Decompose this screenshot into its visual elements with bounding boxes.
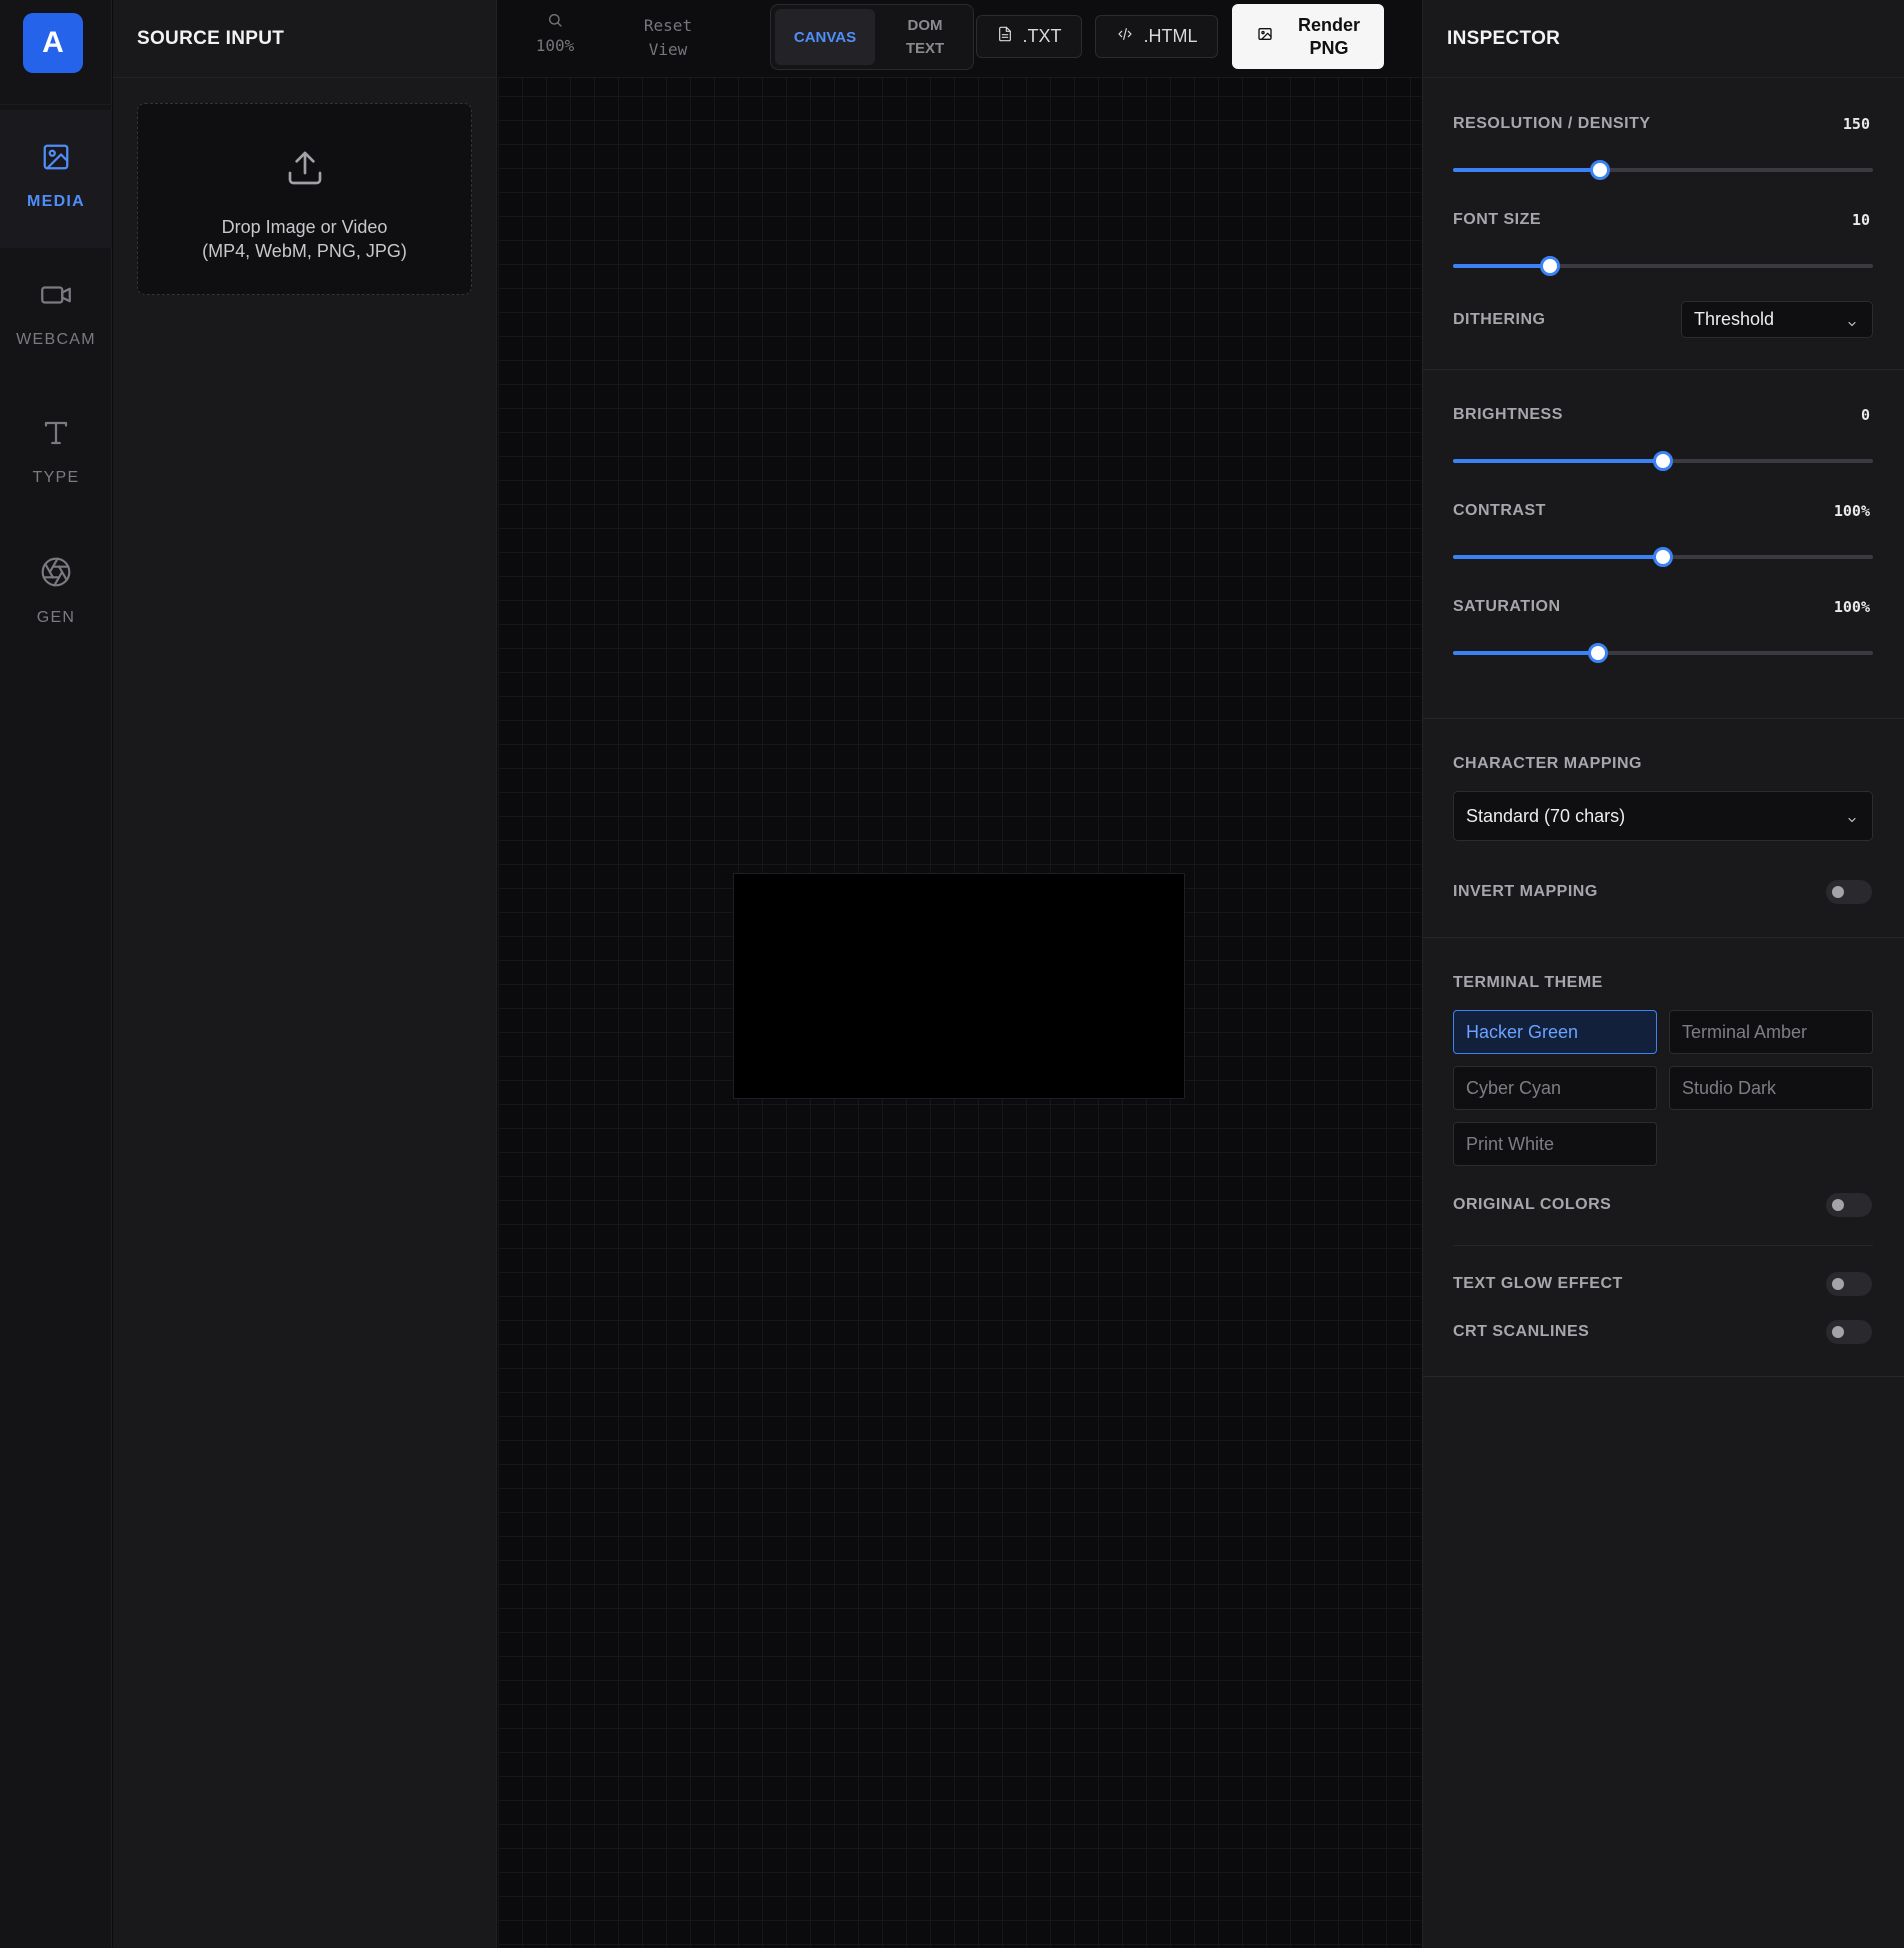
theme-print-white[interactable]: Print White — [1453, 1122, 1657, 1166]
original-colors-toggle[interactable] — [1826, 1193, 1872, 1217]
character-mapping-select[interactable]: Standard (70 chars) — [1453, 791, 1873, 841]
slider-thumb[interactable] — [1590, 160, 1610, 180]
code-icon — [1116, 26, 1134, 47]
character-mapping-value: Standard (70 chars) — [1466, 805, 1626, 826]
section-divider — [1423, 1376, 1904, 1377]
theme-studio-dark[interactable]: Studio Dark — [1669, 1066, 1873, 1110]
slider-thumb[interactable] — [1587, 643, 1608, 663]
source-panel: SOURCE INPUT Drop Image or Video (MP4, W… — [113, 0, 497, 1948]
reset-view-label-2: View — [648, 40, 688, 59]
rail-label: MEDIA — [26, 193, 86, 210]
chevron-down-icon — [1846, 314, 1858, 335]
rail-divider — [0, 104, 112, 105]
resolution-label: RESOLUTION / DENSITY — [1453, 115, 1651, 132]
original-colors-label: ORIGINAL COLORS — [1453, 1196, 1612, 1213]
inspector-title: INSPECTOR — [1423, 0, 1904, 78]
font-size-value: 10 — [1851, 211, 1870, 229]
character-mapping-label: CHARACTER MAPPING — [1453, 755, 1642, 772]
rail-item-type[interactable]: TYPE — [0, 386, 112, 524]
image-icon — [1232, 26, 1273, 47]
saturation-label: SATURATION — [1453, 598, 1561, 615]
export-html-label: .HTML — [1143, 26, 1198, 46]
brightness-value: 0 — [1860, 406, 1870, 424]
view-mode-toggle: CANVAS DOM TEXT — [770, 4, 974, 70]
render-png-label: Render PNG — [1281, 14, 1377, 60]
render-png-button[interactable]: Render PNG — [1232, 4, 1384, 69]
zoom-control[interactable]: 100% — [520, 12, 590, 55]
invert-mapping-label: INVERT MAPPING — [1453, 883, 1598, 900]
render-png-label-2: PNG — [1309, 37, 1349, 58]
source-panel-title: SOURCE INPUT — [113, 0, 496, 78]
view-mode-canvas-label: CANVAS — [793, 28, 857, 46]
crt-scanlines-label: CRT SCANLINES — [1453, 1323, 1590, 1340]
search-icon — [547, 13, 563, 32]
aperture-icon — [40, 524, 72, 593]
canvas-stage[interactable]: 100% Reset View CANVAS DOM TEXT .TXT .HT… — [498, 0, 1421, 1948]
text-glow-toggle[interactable] — [1826, 1272, 1872, 1296]
contrast-value: 100% — [1833, 502, 1870, 520]
contrast-label: CONTRAST — [1453, 502, 1546, 519]
slider-thumb[interactable] — [1653, 547, 1673, 567]
canvas-toolbar: 100% Reset View CANVAS DOM TEXT .TXT .HT… — [498, 0, 1421, 78]
slider-thumb[interactable] — [1539, 256, 1560, 276]
file-icon — [997, 25, 1013, 48]
section-divider — [1423, 369, 1904, 370]
upload-icon — [285, 104, 325, 193]
export-html-button[interactable]: .HTML — [1095, 15, 1218, 58]
dropzone-text: Drop Image or Video (MP4, WebM, PNG, JPG… — [202, 215, 407, 263]
invert-mapping-toggle[interactable] — [1826, 880, 1872, 904]
theme-hacker-green[interactable]: Hacker Green — [1453, 1010, 1657, 1054]
resolution-value: 150 — [1842, 115, 1870, 133]
theme-terminal-amber[interactable]: Terminal Amber — [1669, 1010, 1873, 1054]
section-divider — [1423, 718, 1904, 719]
brightness-label: BRIGHTNESS — [1453, 406, 1563, 423]
brightness-slider[interactable] — [1453, 450, 1873, 472]
export-txt-button[interactable]: .TXT — [976, 15, 1082, 58]
icon-rail: A MEDIA WEBCAM TYPE GEN — [0, 0, 112, 1948]
app-logo[interactable]: A — [23, 13, 83, 73]
crt-scanlines-toggle[interactable] — [1826, 1320, 1872, 1344]
slider-thumb[interactable] — [1653, 451, 1673, 471]
video-camera-icon — [39, 248, 73, 315]
dropzone-formats: (MP4, WebM, PNG, JPG) — [202, 241, 407, 261]
dithering-label: DITHERING — [1453, 311, 1546, 328]
terminal-theme-label: TERMINAL THEME — [1453, 974, 1603, 991]
inspector-panel: INSPECTOR RESOLUTION / DENSITY 150 FONT … — [1422, 0, 1904, 1948]
dithering-select[interactable]: Threshold — [1681, 301, 1873, 338]
rail-item-gen[interactable]: GEN — [0, 524, 112, 662]
theme-cyber-cyan[interactable]: Cyber Cyan — [1453, 1066, 1657, 1110]
rail-label: WEBCAM — [16, 331, 96, 348]
saturation-value: 100% — [1833, 598, 1870, 616]
text-type-icon — [41, 386, 71, 453]
resolution-slider[interactable] — [1453, 159, 1873, 181]
rail-item-media[interactable]: MEDIA — [0, 110, 112, 248]
text-glow-label: TEXT GLOW EFFECT — [1453, 1275, 1623, 1292]
rail-label: TYPE — [32, 469, 80, 486]
media-dropzone[interactable]: Drop Image or Video (MP4, WebM, PNG, JPG… — [137, 103, 472, 295]
font-size-label: FONT SIZE — [1453, 211, 1542, 228]
section-divider — [1423, 937, 1904, 938]
rail-item-webcam[interactable]: WEBCAM — [0, 248, 112, 386]
image-icon — [41, 110, 71, 177]
saturation-slider[interactable] — [1453, 642, 1873, 664]
export-txt-label: .TXT — [1022, 26, 1062, 46]
view-mode-dom-label-2: TEXT — [905, 40, 945, 57]
dithering-value: Threshold — [1694, 309, 1775, 329]
rail-label: GEN — [36, 609, 76, 626]
ascii-preview-canvas[interactable] — [733, 873, 1185, 1099]
reset-view-button[interactable]: Reset View — [628, 14, 708, 62]
view-mode-dom-text[interactable]: DOM TEXT — [879, 9, 971, 65]
font-size-slider[interactable] — [1453, 255, 1873, 277]
zoom-level: 100% — [535, 36, 575, 55]
reset-view-label-1: Reset — [643, 16, 693, 35]
view-mode-dom-label-1: DOM — [907, 17, 943, 34]
render-png-label-1: Render — [1297, 14, 1360, 35]
dropzone-title: Drop Image or Video — [221, 217, 388, 237]
contrast-slider[interactable] — [1453, 546, 1873, 568]
section-divider — [1453, 1245, 1873, 1246]
chevron-down-icon — [1846, 810, 1858, 831]
view-mode-canvas[interactable]: CANVAS — [775, 9, 875, 65]
